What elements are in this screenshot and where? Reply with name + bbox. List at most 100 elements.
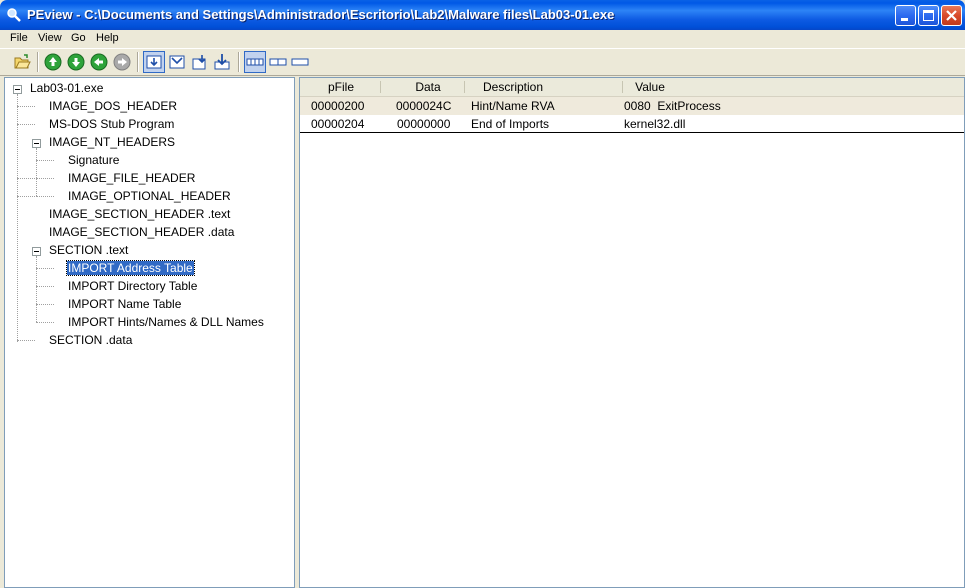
cell-pfile: 00000204 xyxy=(311,117,365,131)
menu-bar: File View Go Help xyxy=(0,30,965,48)
list-header: pFile Data Description Value xyxy=(300,78,964,97)
column-header-value[interactable]: Value xyxy=(612,78,688,96)
tree-connector xyxy=(17,106,35,107)
close-button[interactable] xyxy=(941,5,962,26)
tree-item-label: IMPORT Directory Table xyxy=(68,279,198,293)
collapse-icon[interactable] xyxy=(32,139,41,148)
tree-item-import-directory-table[interactable]: IMPORT Directory Table xyxy=(68,277,197,295)
tree-item-image-optional-header[interactable]: IMAGE_OPTIONAL_HEADER xyxy=(68,187,231,205)
tree-connector xyxy=(17,196,35,197)
tree-connector xyxy=(36,268,54,269)
menu-view[interactable]: View xyxy=(38,32,62,44)
column-divider[interactable] xyxy=(380,81,381,93)
cell-description: Hint/Name RVA xyxy=(471,99,555,113)
view-hex-icon xyxy=(146,55,162,69)
tree-item-label: IMPORT Address Table xyxy=(66,260,195,276)
table-row[interactable]: 00000200 0000024C Hint/Name RVA 0080 Exi… xyxy=(300,97,964,115)
toolbar-separator xyxy=(137,52,139,72)
column-header-data[interactable]: Data xyxy=(382,78,474,96)
menu-go[interactable]: Go xyxy=(71,32,86,44)
tree-item-label: IMAGE_NT_HEADERS xyxy=(49,135,176,149)
tree-item-image-dos-header[interactable]: IMAGE_DOS_HEADER xyxy=(49,97,177,115)
cell-data: 00000000 xyxy=(397,117,451,131)
tree-connector xyxy=(17,340,35,341)
tree-connector xyxy=(36,304,54,305)
view-download-icon[interactable] xyxy=(213,53,231,71)
window-title: PEview - C:\Documents and Settings\Admin… xyxy=(27,7,615,22)
cell-data: 0000024C xyxy=(396,99,452,113)
tree-connector xyxy=(17,178,35,179)
tree-item-label: SECTION .text xyxy=(49,243,129,257)
tree-item-section-header-text[interactable]: IMAGE_SECTION_HEADER .text xyxy=(49,205,230,223)
tree-connector xyxy=(36,148,37,196)
tree-item-label: IMAGE_FILE_HEADER xyxy=(68,171,196,185)
tree-item-import-name-table[interactable]: IMPORT Name Table xyxy=(68,295,181,313)
byte-view-icon xyxy=(246,58,264,66)
tree-item-label: Signature xyxy=(68,153,120,167)
column-header-pfile[interactable]: pFile xyxy=(300,78,382,96)
details-list[interactable]: pFile Data Description Value 00000200 00… xyxy=(299,77,965,588)
tree-connector xyxy=(17,124,35,125)
tree-item-import-hints-names[interactable]: IMPORT Hints/Names & DLL Names xyxy=(68,313,264,331)
tree-connector xyxy=(36,322,54,323)
back-arrow-icon[interactable] xyxy=(90,53,108,71)
tree-item-label: IMAGE_OPTIONAL_HEADER xyxy=(68,189,231,203)
column-divider[interactable] xyxy=(464,81,465,93)
minimize-button[interactable] xyxy=(895,5,916,26)
title-bar: PEview - C:\Documents and Settings\Admin… xyxy=(0,0,965,30)
cell-pfile: 00000200 xyxy=(311,99,365,113)
maximize-icon xyxy=(923,10,934,21)
tree-item-image-nt-headers[interactable]: IMAGE_NT_HEADERS xyxy=(49,133,175,151)
tree-connector xyxy=(36,178,54,179)
forward-arrow-icon[interactable] xyxy=(113,53,131,71)
view-dropdown-icon[interactable] xyxy=(168,53,186,71)
table-row[interactable]: 00000204 00000000 End of Imports kernel3… xyxy=(300,115,964,133)
word-view-icon[interactable] xyxy=(269,53,287,71)
toolbar-separator xyxy=(37,52,39,72)
magnifier-icon xyxy=(7,8,21,22)
tree-item-section-data[interactable]: SECTION .data xyxy=(49,331,132,349)
maximize-button[interactable] xyxy=(918,5,939,26)
tree-item-ms-dos-stub[interactable]: MS-DOS Stub Program xyxy=(49,115,174,133)
view-dropdown-alt-icon[interactable] xyxy=(191,53,209,71)
toolbar xyxy=(0,48,965,76)
tree-connector xyxy=(36,196,54,197)
tree-item-label: IMAGE_DOS_HEADER xyxy=(49,99,178,113)
row-divider xyxy=(300,132,964,133)
up-arrow-icon[interactable] xyxy=(44,53,62,71)
tree-connector xyxy=(36,286,54,287)
open-folder-icon[interactable] xyxy=(13,53,31,71)
tree-item-signature[interactable]: Signature xyxy=(68,151,119,169)
tree-item-label: IMAGE_SECTION_HEADER .data xyxy=(49,225,235,239)
column-header-description[interactable]: Description xyxy=(466,78,560,96)
menu-file[interactable]: File xyxy=(10,32,28,44)
tree-item-label: SECTION .data xyxy=(49,333,133,347)
menu-help[interactable]: Help xyxy=(96,32,119,44)
cell-description: End of Imports xyxy=(471,117,550,131)
tree-item-import-address-table[interactable]: IMPORT Address Table xyxy=(66,259,195,277)
minimize-icon xyxy=(901,18,908,21)
tree-connector xyxy=(36,256,37,322)
tree-item-label: IMAGE_SECTION_HEADER .text xyxy=(49,207,231,221)
tree-item-section-header-data[interactable]: IMAGE_SECTION_HEADER .data xyxy=(49,223,234,241)
tree-view[interactable]: Lab03-01.exe IMAGE_DOS_HEADER MS-DOS Stu… xyxy=(4,77,295,588)
collapse-icon[interactable] xyxy=(32,247,41,256)
view-hex-button[interactable] xyxy=(143,51,165,73)
close-icon xyxy=(946,10,957,21)
tree-item-section-text[interactable]: SECTION .text xyxy=(49,241,128,259)
dword-view-icon[interactable] xyxy=(291,53,309,71)
cell-value: 0080 ExitProcess xyxy=(624,99,721,113)
tree-connector xyxy=(36,160,54,161)
collapse-icon[interactable] xyxy=(13,85,22,94)
tree-item-label: IMPORT Name Table xyxy=(68,297,182,311)
tree-item-label: MS-DOS Stub Program xyxy=(49,117,175,131)
cell-value: kernel32.dll xyxy=(624,117,686,131)
byte-view-button[interactable] xyxy=(244,51,266,73)
tree-root[interactable]: Lab03-01.exe xyxy=(30,79,103,97)
tree-item-label: IMPORT Hints/Names & DLL Names xyxy=(68,315,264,329)
tree-root-label: Lab03-01.exe xyxy=(30,81,104,95)
down-arrow-icon[interactable] xyxy=(67,53,85,71)
tree-item-image-file-header[interactable]: IMAGE_FILE_HEADER xyxy=(68,169,195,187)
tree-connector xyxy=(17,94,18,342)
toolbar-separator xyxy=(238,52,240,72)
